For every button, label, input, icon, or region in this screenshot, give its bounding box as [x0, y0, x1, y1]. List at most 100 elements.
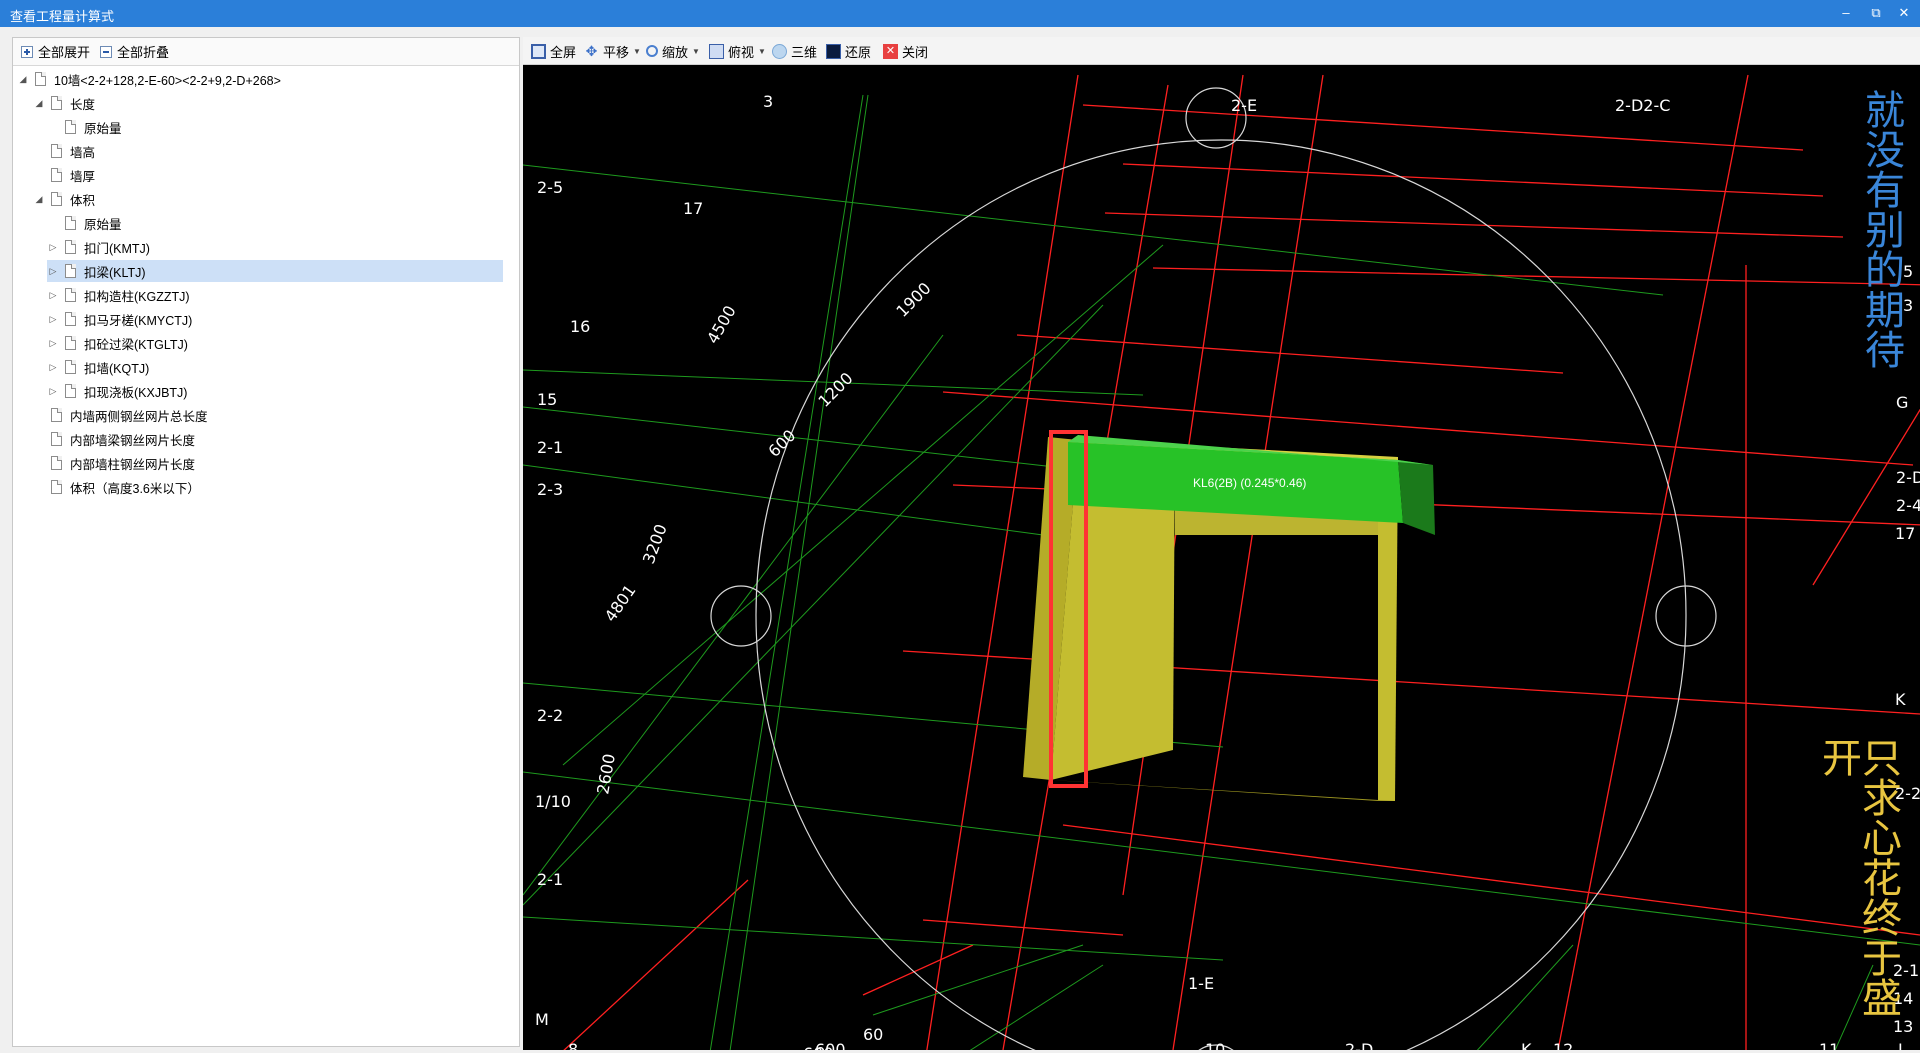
- zoom-dropdown-icon[interactable]: ▼: [692, 47, 700, 56]
- expander-arrow-icon[interactable]: ◢: [17, 74, 29, 85]
- axis-label: 5: [1903, 262, 1913, 281]
- tree-node[interactable]: 内部墙柱钢丝网片长度: [33, 452, 503, 474]
- axis-label: 2-D2-C: [1615, 96, 1670, 115]
- three-d-button[interactable]: 三维: [772, 43, 817, 60]
- axis-label: 17: [683, 199, 703, 218]
- axis-label: 2-5: [537, 178, 563, 197]
- tree-node[interactable]: ◢ 10墙<2-2+128,2-E-60><2-2+9,2-D+268>: [17, 68, 503, 90]
- expander-arrow-icon[interactable]: ◢: [33, 194, 45, 205]
- axis-label: 2-1: [537, 438, 563, 457]
- document-icon: [65, 240, 76, 254]
- zoom-icon: [646, 45, 658, 57]
- cad-viewport[interactable]: KL6(2B) (0.245*0.46) 3 2-E 2-D2-C 2-5 17 16 15…: [522, 65, 1920, 1053]
- viewport-toolbar: 全屏 ✥ 平移 ▼ 缩放 ▼ 俯视 ▼ 三维 还原 ✕ 关闭: [523, 37, 1920, 65]
- expander-arrow-icon[interactable]: ▷: [47, 266, 59, 277]
- tree-node[interactable]: ▷ 扣构造柱(KGZZTJ): [47, 284, 503, 306]
- close-window-button[interactable]: ✕: [1893, 3, 1915, 23]
- view-button[interactable]: 俯视 ▼: [709, 43, 766, 60]
- expander-arrow-icon[interactable]: ▷: [47, 362, 59, 373]
- axis-label: 2-2: [537, 706, 563, 725]
- tree-node-label: 长度: [70, 97, 96, 112]
- restore-label: 还原: [845, 44, 872, 60]
- fullscreen-button[interactable]: 全屏: [531, 43, 577, 60]
- tree-node-label: 原始量: [84, 217, 122, 232]
- tree-node-label: 墙厚: [70, 169, 96, 184]
- document-icon: [65, 360, 76, 374]
- tree-node[interactable]: 原始量: [47, 212, 503, 234]
- axis-label: 2-1: [537, 870, 563, 889]
- close-label: 关闭: [902, 44, 929, 60]
- restore-button[interactable]: ⧉: [1865, 3, 1887, 23]
- axis-label: K: [1521, 1040, 1532, 1050]
- document-icon: [65, 288, 76, 302]
- viewport-panel: 全屏 ✥ 平移 ▼ 缩放 ▼ 俯视 ▼ 三维 还原 ✕ 关闭 KL6(2B) (…: [522, 37, 1920, 1053]
- document-icon: [65, 120, 76, 134]
- dimension-label: 1200: [814, 369, 856, 411]
- tree-node[interactable]: ◢ 长度: [33, 92, 503, 114]
- dimension-label: 1900: [892, 279, 934, 321]
- fullscreen-label: 全屏: [550, 44, 577, 60]
- tree-node[interactable]: ◢ 体积: [33, 188, 503, 210]
- axis-label: 2-D: [1345, 1040, 1373, 1050]
- axis-label: 2-3: [537, 480, 563, 499]
- axis-label: G: [1896, 393, 1908, 412]
- tree-node[interactable]: 墙厚: [33, 164, 503, 186]
- dimension-label: 4500: [703, 302, 740, 347]
- zoom-button[interactable]: 缩放 ▼: [646, 43, 700, 60]
- close-view-button[interactable]: ✕ 关闭: [883, 43, 929, 60]
- collapse-icon: [100, 45, 112, 58]
- tree-node[interactable]: 墙高: [33, 140, 503, 162]
- tree-node[interactable]: ▷ 扣马牙槎(KMYCTJ): [47, 308, 503, 330]
- tree-node-label: 体积（高度3.6米以下）: [70, 481, 200, 496]
- collapse-all-label: 全部折叠: [117, 45, 170, 60]
- red-grid-lines: [560, 74, 1920, 1053]
- tree-node[interactable]: ▷ 扣现浇板(KXJBTJ): [47, 380, 503, 402]
- expander-arrow-icon[interactable]: ▷: [47, 338, 59, 349]
- tree-node-selected[interactable]: ▷ 扣梁(KLTJ): [47, 260, 503, 282]
- tree-node[interactable]: 内部墙梁钢丝网片长度: [33, 428, 503, 450]
- axis-label: 17: [1895, 524, 1915, 543]
- expand-icon: [21, 45, 33, 58]
- document-icon: [51, 432, 62, 446]
- expander-arrow-icon[interactable]: ▷: [47, 242, 59, 253]
- tree-node[interactable]: ▷ 扣门(KMTJ): [47, 236, 503, 258]
- expand-all-button[interactable]: 全部展开: [21, 43, 90, 60]
- expander-arrow-icon[interactable]: ▷: [47, 290, 59, 301]
- formula-tree-panel: 全部展开 全部折叠 ◢ 10墙<2-2+128,2-E-60><2-2+9,2-D…: [12, 37, 520, 1047]
- tree-node-label: 扣门(KMTJ): [84, 241, 150, 256]
- cad-drawing[interactable]: KL6(2B) (0.245*0.46) 3 2-E 2-D2-C 2-5 17 16 15…: [522, 65, 1920, 1053]
- expand-all-label: 全部展开: [38, 45, 91, 60]
- document-icon: [35, 72, 46, 86]
- pan-button[interactable]: ✥ 平移 ▼: [584, 43, 641, 60]
- axis-label: 3: [763, 92, 773, 111]
- document-icon: [65, 384, 76, 398]
- document-icon: [51, 168, 62, 182]
- axis-labels: 3 2-E 2-D2-C 2-5 17 16 15 2-1 2-3 2-2 1/10 2-1 M 8 600…: [535, 92, 1920, 1053]
- expander-arrow-icon[interactable]: ▷: [47, 386, 59, 397]
- axis-label: K: [1895, 690, 1906, 709]
- axis-label: 2-D: [1896, 468, 1920, 487]
- view-dropdown-icon[interactable]: ▼: [758, 47, 766, 56]
- pan-label: 平移: [603, 44, 630, 60]
- close-icon: ✕: [883, 43, 898, 59]
- tree-toolbar: 全部展开 全部折叠: [13, 38, 519, 66]
- view-label: 俯视: [728, 44, 755, 60]
- tree-node[interactable]: 体积（高度3.6米以下）: [33, 476, 503, 498]
- axis-label: 12: [1553, 1040, 1573, 1050]
- expander-arrow-icon[interactable]: ◢: [33, 98, 45, 109]
- restore-view-button[interactable]: 还原: [826, 43, 872, 60]
- green-grid-lines: [522, 94, 1920, 1053]
- tree-node[interactable]: 原始量: [47, 116, 503, 138]
- document-icon: [51, 192, 62, 206]
- collapse-all-button[interactable]: 全部折叠: [100, 43, 169, 60]
- pan-dropdown-icon[interactable]: ▼: [633, 47, 641, 56]
- document-icon: [65, 336, 76, 350]
- tree-node-label: 扣现浇板(KXJBTJ): [84, 385, 188, 400]
- tree-node[interactable]: 内墙两侧钢丝网片总长度: [33, 404, 503, 426]
- expander-arrow-icon[interactable]: ▷: [47, 314, 59, 325]
- document-icon: [65, 216, 76, 230]
- tree-node[interactable]: ▷ 扣砼过梁(KTGLTJ): [47, 332, 503, 354]
- minimize-button[interactable]: –: [1835, 3, 1857, 23]
- tree-node[interactable]: ▷ 扣墙(KQTJ): [47, 356, 503, 378]
- dimension-label: 2600: [593, 752, 619, 795]
